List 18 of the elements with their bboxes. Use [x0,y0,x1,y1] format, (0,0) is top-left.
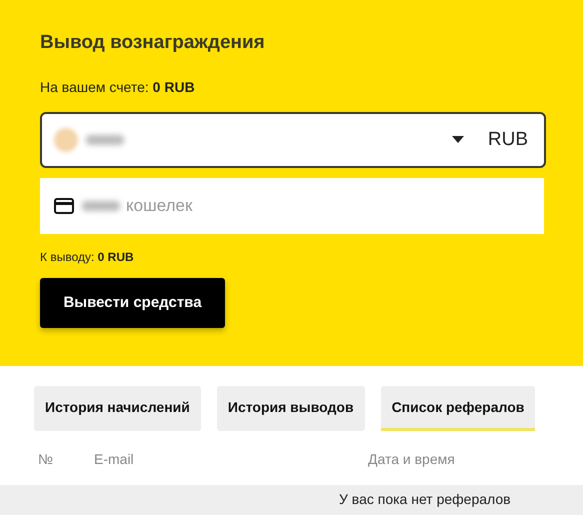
card-icon [54,198,74,214]
column-header: Дата и время [368,451,455,467]
wallet-input[interactable]: кошелек [124,192,530,220]
caret-icon [452,136,464,144]
currency-label: RUB [488,128,528,152]
column-header: E-mail [94,451,134,467]
coin-icon [54,128,78,152]
empty-message: У вас пока нет рефералов [0,485,583,515]
payment-method-select[interactable]: RUB [40,112,546,168]
wallet-field[interactable]: кошелек [40,178,544,234]
column-header: № [38,451,54,467]
tab[interactable]: История начислений [34,386,201,431]
tab[interactable]: История выводов [216,386,365,431]
payout-text: К выводу: 0 RUB [40,248,135,266]
page-title: Вывод вознаграждения [40,32,266,55]
withdraw-button[interactable]: Вывести средства [40,278,225,328]
balance-text: На вашем счете: 0 RUB [40,78,196,97]
tab[interactable]: Список рефералов [380,386,536,431]
